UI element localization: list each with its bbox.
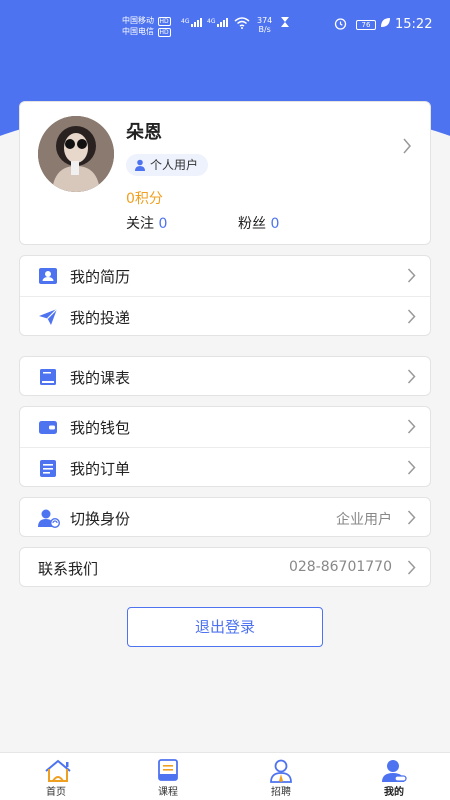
follow-count: 0 bbox=[158, 216, 168, 232]
user-type-label: 个人用户 bbox=[150, 158, 199, 172]
wallet-icon bbox=[38, 417, 58, 437]
chevron-right-icon bbox=[407, 510, 416, 529]
menu-item-resume[interactable]: 我的简历 bbox=[20, 256, 430, 296]
chevron-right-icon bbox=[407, 309, 416, 328]
menu-item-schedule[interactable]: 我的课表 bbox=[20, 357, 430, 395]
signal-icon: 4G bbox=[181, 18, 203, 27]
net-label: 4G bbox=[181, 18, 190, 25]
speed-unit: B/s bbox=[258, 25, 271, 34]
menu-group-contact: 联系我们 028-86701770 bbox=[19, 547, 431, 587]
avatar[interactable] bbox=[38, 116, 114, 192]
menu-label: 我的课表 bbox=[70, 369, 131, 387]
follow-label: 关注 bbox=[126, 216, 154, 232]
hourglass-icon bbox=[280, 16, 290, 31]
menu-item-contact[interactable]: 联系我们 028-86701770 bbox=[20, 548, 430, 586]
menu-group-resume: 我的简历 我的投递 bbox=[19, 255, 431, 336]
fans-count: 0 bbox=[270, 216, 280, 232]
book-icon bbox=[155, 759, 181, 781]
recruit-icon bbox=[268, 759, 294, 783]
carrier-info: 中国移动 HD 中国电信 HD bbox=[122, 15, 171, 37]
book-icon bbox=[38, 367, 58, 387]
chevron-right-icon bbox=[407, 268, 416, 287]
tab-label: 我的 bbox=[384, 787, 404, 798]
menu-label: 联系我们 bbox=[38, 560, 99, 578]
resume-icon bbox=[38, 266, 58, 286]
fans-label: 粉丝 bbox=[238, 216, 266, 232]
net-label: 4G bbox=[207, 18, 216, 25]
menu-group-finance: 我的钱包 我的订单 bbox=[19, 406, 431, 487]
menu-label: 切换身份 bbox=[70, 510, 131, 528]
user-name: 朵恩 bbox=[126, 122, 162, 143]
switch-user-icon bbox=[38, 508, 61, 529]
leaf-icon bbox=[380, 17, 391, 31]
network-speed: 374 B/s bbox=[257, 16, 272, 34]
chevron-right-icon bbox=[407, 460, 416, 479]
alarm-icon bbox=[334, 17, 347, 33]
tab-jobs[interactable]: 招聘 bbox=[225, 753, 337, 800]
status-bar: 中国移动 HD 中国电信 HD 4G 4G 374 B/s 76 15:22 bbox=[0, 0, 450, 50]
tab-home[interactable]: 首页 bbox=[0, 753, 112, 800]
profile-icon bbox=[381, 759, 407, 782]
profile-card[interactable]: 朵恩 个人用户 0积分 关注 0 粉丝 0 bbox=[19, 101, 431, 245]
battery-indicator: 76 bbox=[356, 20, 376, 30]
tab-label: 课程 bbox=[158, 787, 178, 798]
tab-mine[interactable]: 我的 bbox=[338, 753, 450, 800]
logout-button[interactable]: 退出登录 bbox=[127, 607, 323, 647]
carrier2-label: 中国电信 bbox=[122, 27, 154, 36]
menu-label: 我的简历 bbox=[70, 268, 131, 286]
tab-courses[interactable]: 课程 bbox=[112, 753, 224, 800]
chevron-right-icon bbox=[407, 369, 416, 388]
home-icon bbox=[43, 759, 71, 782]
menu-item-orders[interactable]: 我的订单 bbox=[20, 447, 430, 487]
clock: 15:22 bbox=[395, 17, 433, 32]
menu-label: 我的投递 bbox=[70, 309, 131, 327]
menu-item-wallet[interactable]: 我的钱包 bbox=[20, 407, 430, 447]
chevron-right-icon bbox=[407, 560, 416, 579]
menu-group-identity: 切换身份 企业用户 bbox=[19, 497, 431, 537]
tab-label: 招聘 bbox=[271, 787, 291, 798]
menu-item-switch-identity[interactable]: 切换身份 企业用户 bbox=[20, 498, 430, 536]
person-icon bbox=[134, 156, 146, 171]
chevron-right-icon bbox=[402, 138, 412, 158]
menu-item-delivery[interactable]: 我的投递 bbox=[20, 296, 430, 336]
speed-value: 374 bbox=[257, 16, 273, 25]
points-label[interactable]: 0积分 bbox=[126, 188, 163, 208]
tab-label: 首页 bbox=[46, 787, 66, 798]
hd-badge: HD bbox=[157, 28, 171, 37]
chevron-right-icon bbox=[407, 419, 416, 438]
user-type-badge: 个人用户 bbox=[126, 154, 209, 176]
menu-value: 企业用户 bbox=[336, 512, 392, 528]
hd-badge: HD bbox=[157, 17, 171, 26]
order-list-icon bbox=[38, 458, 58, 478]
menu-group-schedule: 我的课表 bbox=[19, 356, 431, 396]
bottom-tab-bar: 首页 课程 招聘 我的 bbox=[0, 752, 450, 800]
carrier1-label: 中国移动 bbox=[122, 16, 154, 25]
menu-value: 028-86701770 bbox=[288, 559, 392, 575]
menu-label: 我的钱包 bbox=[70, 419, 131, 437]
paper-plane-icon bbox=[38, 307, 58, 327]
menu-label: 我的订单 bbox=[70, 460, 131, 478]
follow-stat[interactable]: 关注 0 bbox=[126, 213, 167, 233]
battery-level: 76 bbox=[361, 21, 371, 29]
fans-stat[interactable]: 粉丝 0 bbox=[238, 213, 279, 233]
signal-icon: 4G bbox=[207, 18, 229, 27]
wifi-icon bbox=[234, 17, 250, 32]
